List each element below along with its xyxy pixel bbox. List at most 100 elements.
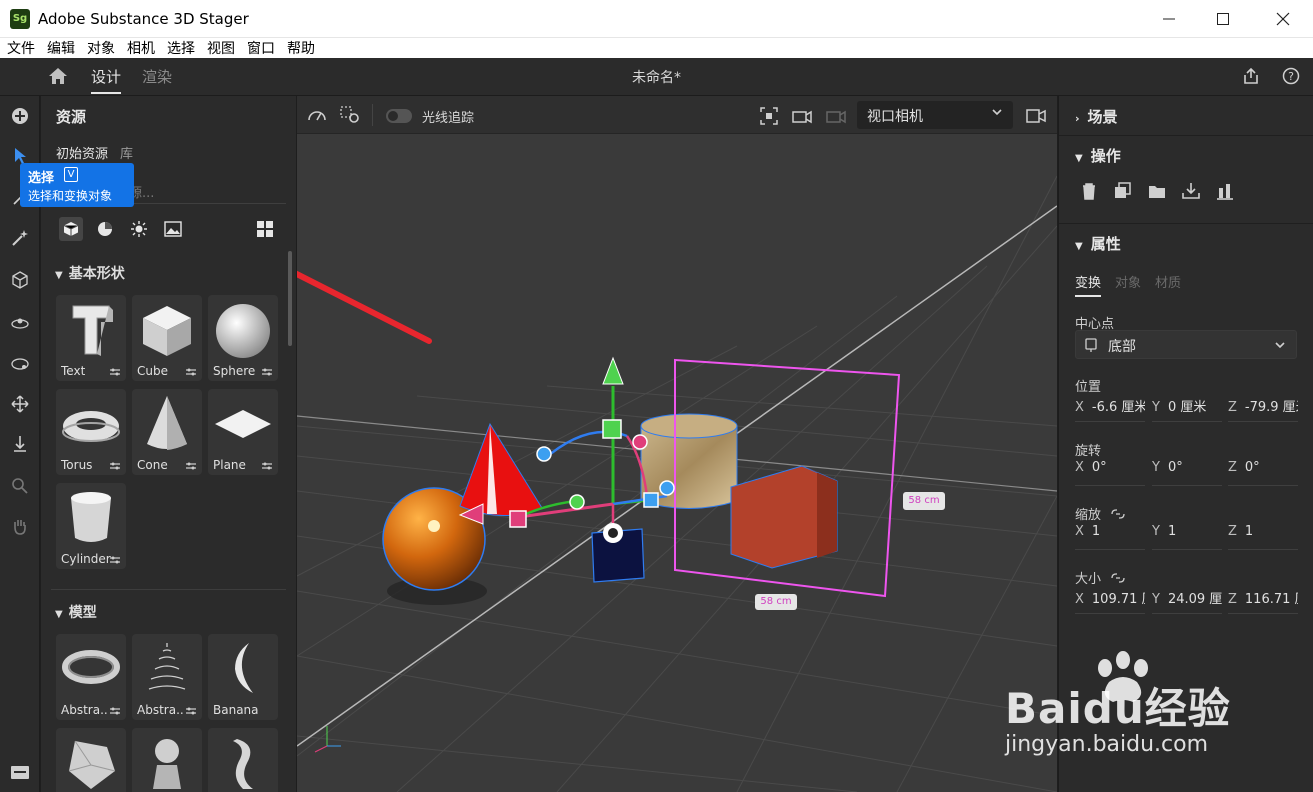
scene-cone[interactable] xyxy=(459,422,543,516)
maximize-button[interactable] xyxy=(1195,0,1251,38)
close-button[interactable] xyxy=(1255,0,1311,38)
asset-cylinder[interactable]: Cylinder xyxy=(56,483,126,569)
menu-window[interactable]: 窗口 xyxy=(240,38,280,58)
asset-options-icon[interactable] xyxy=(261,460,273,472)
asset-options-icon[interactable] xyxy=(109,554,121,566)
share-icon[interactable] xyxy=(1242,67,1260,89)
asset-options-icon[interactable] xyxy=(109,366,121,378)
pivot-select[interactable]: 底部 xyxy=(1075,330,1297,359)
move-tool-icon[interactable] xyxy=(8,392,32,416)
rotation-z-field[interactable]: Z 0° xyxy=(1228,460,1298,486)
asset-label: Abstra... xyxy=(61,703,109,717)
viewport[interactable]: 58 cm 58 cm 光线追踪 视口相机 xyxy=(297,96,1057,792)
filter-images-icon[interactable] xyxy=(161,217,185,241)
asset-options-icon[interactable] xyxy=(109,460,121,472)
asset-options-icon[interactable] xyxy=(109,705,121,717)
menu-camera[interactable]: 相机 xyxy=(120,38,160,58)
toggle-knob xyxy=(388,111,398,121)
measure-width-label: 58 cm xyxy=(903,492,945,510)
size-y-field[interactable]: Y 24.09 厘 xyxy=(1152,588,1222,614)
zoom-tool-icon[interactable] xyxy=(8,474,32,498)
frame-selection-icon[interactable] xyxy=(759,106,779,130)
asset-options-icon[interactable] xyxy=(185,366,197,378)
asset-cone[interactable]: Cone xyxy=(132,389,202,475)
asset-model-5[interactable] xyxy=(132,728,202,792)
panel-toggle-icon[interactable] xyxy=(8,760,32,784)
banana-icon xyxy=(235,643,253,693)
filter-models-icon[interactable] xyxy=(59,217,83,241)
section-basic-shapes[interactable]: ▼ 基本形状 xyxy=(55,263,125,283)
asset-model-6[interactable] xyxy=(208,728,278,792)
drop-to-floor-icon[interactable] xyxy=(8,432,32,456)
light-tool-icon[interactable] xyxy=(8,310,32,334)
asset-options-icon[interactable] xyxy=(185,460,197,472)
cube-tool-icon[interactable] xyxy=(8,268,32,292)
assets-scrollbar[interactable] xyxy=(288,251,292,346)
subtab-libraries[interactable]: 库 xyxy=(120,143,133,162)
asset-torus[interactable]: Torus xyxy=(56,389,126,475)
camera-disabled-icon[interactable] xyxy=(825,106,847,130)
menu-select[interactable]: 选择 xyxy=(160,38,200,58)
scene-section[interactable]: › 场景 xyxy=(1075,106,1118,127)
tab-object[interactable]: 对象 xyxy=(1115,272,1141,291)
delete-icon[interactable] xyxy=(1078,180,1100,202)
size-x-field[interactable]: X109.71 厘 xyxy=(1075,588,1145,614)
group-folder-icon[interactable] xyxy=(1146,180,1168,202)
cube-shape-icon xyxy=(143,306,191,356)
align-icon[interactable] xyxy=(1214,180,1236,202)
menu-file[interactable]: 文件 xyxy=(0,38,40,58)
filter-lights-icon[interactable] xyxy=(127,217,151,241)
rotation-x-field[interactable]: X 0° xyxy=(1075,460,1145,486)
menu-view[interactable]: 视图 xyxy=(200,38,240,58)
scale-x-field[interactable]: X1 xyxy=(1075,524,1145,550)
position-y-field[interactable]: Y0 厘米 xyxy=(1152,396,1222,422)
section-models[interactable]: ▼ 模型 xyxy=(55,602,97,622)
camera-add-icon[interactable] xyxy=(791,106,813,130)
minimize-button[interactable] xyxy=(1141,0,1197,38)
asset-model-4[interactable] xyxy=(56,728,126,792)
menu-help[interactable]: 帮助 xyxy=(280,38,320,58)
hand-tool-icon[interactable] xyxy=(8,514,32,538)
raytrace-toggle[interactable] xyxy=(386,109,412,123)
add-icon[interactable] xyxy=(8,104,32,128)
asset-options-icon[interactable] xyxy=(261,366,273,378)
size-z-field[interactable]: Z116.71 厘 xyxy=(1228,588,1298,614)
render-settings-icon[interactable] xyxy=(340,106,360,128)
link-icon[interactable] xyxy=(1111,573,1125,583)
camera-options-icon[interactable] xyxy=(1025,106,1047,130)
magic-wand-icon[interactable] xyxy=(8,226,32,250)
camera-select[interactable]: 视口相机 xyxy=(857,101,1013,129)
actions-section[interactable]: ▼ 操作 xyxy=(1075,145,1121,166)
asset-text[interactable]: Text xyxy=(56,295,126,381)
scene-canvas[interactable] xyxy=(297,96,1057,792)
position-z-field[interactable]: Z-79.9 厘米 xyxy=(1228,396,1298,422)
link-icon[interactable] xyxy=(1111,509,1125,519)
asset-plane[interactable]: Plane xyxy=(208,389,278,475)
drop-to-ground-icon[interactable] xyxy=(1180,180,1202,202)
scale-z-value: 1 xyxy=(1244,524,1254,539)
asset-abstract-2[interactable]: Abstra... xyxy=(132,634,202,720)
scale-z-field[interactable]: Z1 xyxy=(1228,524,1298,550)
tab-transform[interactable]: 变换 xyxy=(1075,272,1102,297)
menu-edit[interactable]: 编辑 xyxy=(40,38,80,58)
tab-material[interactable]: 材质 xyxy=(1155,272,1181,291)
subtab-starter-assets[interactable]: 初始资源 xyxy=(56,143,108,162)
scale-y-field[interactable]: Y1 xyxy=(1152,524,1222,550)
rotation-y-field[interactable]: Y 0° xyxy=(1152,460,1222,486)
properties-section[interactable]: ▼ 属性 xyxy=(1075,233,1121,254)
filter-materials-icon[interactable] xyxy=(93,217,117,241)
asset-sphere[interactable]: Sphere xyxy=(208,295,278,381)
asset-abstract-1[interactable]: Abstra... xyxy=(56,634,126,720)
orbit-tool-icon[interactable] xyxy=(8,352,32,376)
plane-shape-icon xyxy=(215,410,271,438)
menu-object[interactable]: 对象 xyxy=(80,38,120,58)
duplicate-icon[interactable] xyxy=(1112,180,1134,202)
asset-cube[interactable]: Cube xyxy=(132,295,202,381)
performance-gauge-icon[interactable] xyxy=(307,106,327,128)
position-x-field[interactable]: X -6.6 厘米 xyxy=(1075,396,1145,422)
grid-view-icon[interactable] xyxy=(253,217,277,241)
asset-banana[interactable]: Banana xyxy=(208,634,278,720)
asset-options-icon[interactable] xyxy=(185,705,197,717)
help-icon[interactable]: ? xyxy=(1282,67,1300,89)
sphere-shape-icon xyxy=(216,304,270,358)
